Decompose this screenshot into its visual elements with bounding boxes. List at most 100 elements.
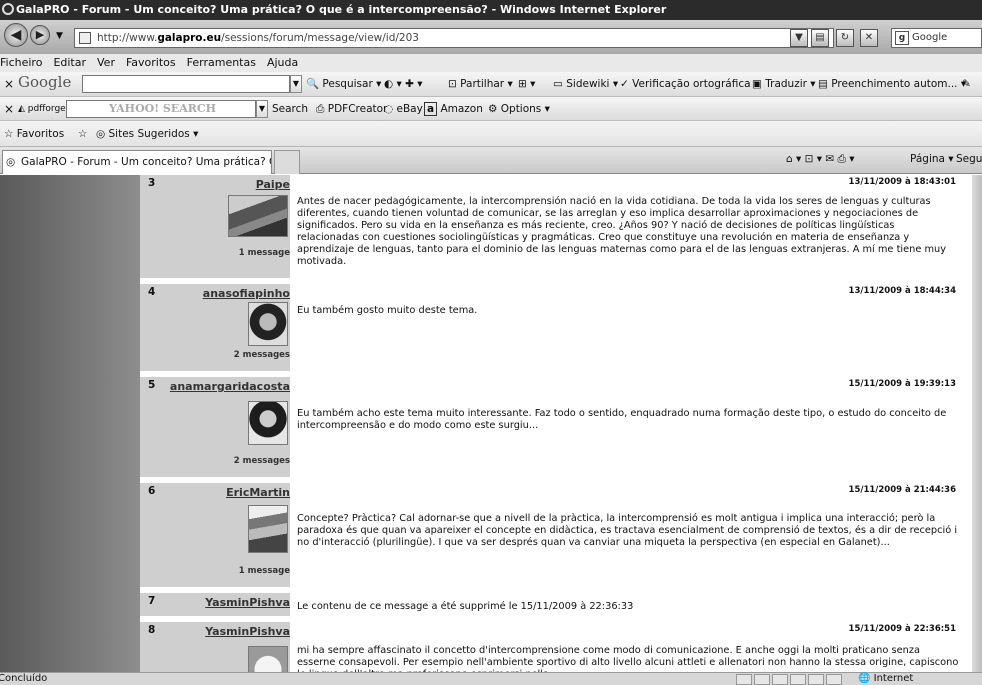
new-tab-button[interactable] (274, 150, 300, 174)
options-label: Options (500, 103, 542, 115)
back-button[interactable]: ◀ (4, 23, 28, 47)
pdfforge-toolbar: × ◭ pdfforge YAHOO! SEARCH ▼ Search ⎙ PD… (0, 97, 982, 121)
wrench-icon[interactable]: ✎ (962, 77, 971, 91)
search-placeholder: Google (912, 32, 948, 43)
ebay-icon: ◌ (384, 103, 394, 115)
amazon-button[interactable]: a Amazon (424, 102, 483, 116)
status-bar: Concluído 🌐 Internet (0, 672, 982, 685)
close-google-toolbar-icon[interactable]: × (4, 77, 14, 91)
options-button[interactable]: ⚙ Options ▾ (488, 102, 550, 116)
share-icon: ⊡ (448, 78, 457, 90)
post-date: 15/11/2009 à 21:44:36 (848, 485, 956, 495)
google-search-dropdown[interactable]: ▼ (290, 75, 302, 93)
ie-logo-icon (2, 3, 14, 15)
bookmark-button[interactable]: ⊞ ▾ (518, 77, 535, 91)
browser-search-input[interactable]: g Google (891, 28, 982, 48)
url-dropdown-button[interactable]: ▼ (790, 29, 808, 47)
menu-editar[interactable]: Editar (53, 56, 86, 69)
forum-post: 5 anamargaridacosta 2 messages 15/11/200… (140, 377, 972, 477)
address-bar: ◀ ▶ ▼ http://www.galapro.eu/sessions/for… (0, 20, 982, 54)
window-title: GalaPRO - Forum - Um conceito? Uma práti… (16, 3, 667, 16)
post-author-link[interactable]: EricMartin (140, 486, 290, 499)
forward-button[interactable]: ▶ (30, 25, 50, 45)
ie-tab-icon: ◎ (6, 156, 16, 168)
yahoo-search-button[interactable]: Search (272, 102, 308, 116)
pagina-menu[interactable]: Página ▾ (910, 153, 954, 165)
ebay-button[interactable]: ◌ eBay (384, 102, 423, 116)
partilhar-button[interactable]: ⊡ Partilhar ▾ (448, 77, 513, 91)
pdfcreator-button[interactable]: ⎙ PDFCreator (316, 102, 387, 116)
menu-ver[interactable]: Ver (97, 56, 115, 69)
post-body: Eu também acho este tema muito interessa… (297, 408, 947, 431)
menu-ajuda[interactable]: Ajuda (267, 56, 298, 69)
post-body: Antes de nacer pedagógicamente, la inter… (297, 196, 947, 267)
post-author-link[interactable]: anasofiapinho (140, 287, 290, 300)
autofill-button[interactable]: ▤ Preenchimento autom... ▾ (818, 77, 966, 91)
tab-title: GalaPRO - Forum - Um conceito? Uma práti… (21, 156, 271, 168)
spellcheck-button[interactable]: ✓ Verificação ortográfica ▾ (620, 77, 759, 91)
zone-label: Internet (873, 673, 914, 684)
page-content: 3 Paipe 1 message 13/11/2009 à 18:43:01 … (0, 175, 982, 672)
post-date: 15/11/2009 à 19:39:13 (848, 379, 956, 389)
menu-ferramentas[interactable]: Ferramentas (187, 56, 256, 69)
url-path: /sessions/forum/message/view/id/203 (221, 32, 419, 44)
forum-post: 3 Paipe 1 message 13/11/2009 à 18:43:01 … (140, 175, 972, 278)
traduzir-button[interactable]: ▣ Traduzir ▾ (752, 77, 816, 91)
compatibility-view-icon[interactable]: ▤ (811, 29, 829, 47)
status-pane (808, 674, 824, 685)
pesquisar-button[interactable]: 🔍 Pesquisar ▾ (306, 77, 381, 91)
amazon-icon: a (424, 102, 438, 116)
post-body: Concepte? Pràctica? Cal adornar-se que a… (297, 513, 958, 548)
post-author-link[interactable]: YasminPishva (140, 596, 290, 609)
tab-bar: ◎ GalaPRO - Forum - Um conceito? Uma prá… (0, 147, 982, 174)
add-favorite-icon[interactable]: ☆ (78, 121, 87, 147)
url-prefix: http://www. (97, 32, 158, 44)
autofill-icon: ▤ (818, 78, 828, 90)
recent-pages-dropdown[interactable]: ▼ (56, 31, 63, 41)
toolbar-extra-icons[interactable]: ◐ ▾ ✚ ▾ (384, 77, 423, 91)
ebay-label: eBay (396, 103, 423, 115)
sites-sugeridos-button[interactable]: ◎ Sites Sugeridos ▾ (96, 121, 198, 147)
post-body: Eu também gosto muito deste tema. (297, 305, 478, 316)
security-zone[interactable]: 🌐 Internet (858, 673, 913, 685)
google-logo: Google (18, 73, 72, 91)
avatar (248, 505, 288, 553)
yahoo-search-logo: YAHOO! SEARCH (109, 102, 217, 115)
status-pane (736, 674, 752, 685)
message-count: 1 message (238, 248, 290, 258)
favorites-button[interactable]: ☆ Favoritos (4, 121, 64, 147)
seguranca-menu[interactable]: Segura (956, 153, 982, 165)
sidewiki-icon: ▭ (553, 78, 563, 90)
url-field[interactable]: http://www.galapro.eu/sessions/forum/mes… (74, 28, 834, 48)
post-date: 15/11/2009 à 22:36:51 (848, 624, 956, 634)
message-count: 2 messages (233, 456, 290, 466)
menu-bar: Ficheiro Editar Ver Favoritos Ferramentas Aju… (0, 54, 982, 72)
stop-icon[interactable]: ✕ (860, 29, 878, 47)
yahoo-search-input[interactable]: YAHOO! SEARCH (66, 100, 256, 118)
search-icon: 🔍 (306, 78, 320, 90)
sidewiki-button[interactable]: ▭ Sidewiki ▾ (553, 77, 618, 91)
post-author-link[interactable]: Paipe (140, 178, 290, 191)
spellcheck-icon: ✓ (620, 78, 629, 90)
spellcheck-label: Verificação ortográfica (632, 78, 751, 90)
globe-icon: 🌐 (858, 673, 871, 684)
post-author-link[interactable]: YasminPishva (140, 625, 290, 638)
tab-galapro[interactable]: ◎ GalaPRO - Forum - Um conceito? Uma prá… (2, 150, 272, 174)
close-pdfforge-toolbar-icon[interactable]: × (4, 102, 14, 116)
options-icon: ⚙ (488, 103, 498, 115)
post-date: 13/11/2009 à 18:44:34 (848, 286, 956, 296)
forum-post: 7 YasminPishva Le contenu de ce message … (140, 593, 972, 616)
avatar (228, 195, 288, 237)
menu-ficheiro[interactable]: Ficheiro (0, 56, 42, 69)
menu-favoritos[interactable]: Favoritos (126, 56, 176, 69)
post-author-link[interactable]: anamargaridacosta (140, 380, 290, 393)
forum-post: 6 EricMartin 1 message 15/11/2009 à 21:4… (140, 483, 972, 587)
pdfforge-label: pdfforge (27, 104, 66, 114)
google-toolbar-search-input[interactable] (82, 75, 290, 93)
refresh-icon[interactable]: ↻ (836, 29, 854, 47)
command-bar-icons[interactable]: ⌂ ▾ ⊡ ▾ ✉ ⎙ ▾ (786, 153, 855, 166)
status-pane (754, 674, 770, 685)
yahoo-search-dropdown[interactable]: ▼ (256, 100, 268, 118)
pdfforge-logo: ◭ pdfforge (18, 102, 66, 116)
post-date: 13/11/2009 à 18:43:01 (848, 177, 956, 187)
